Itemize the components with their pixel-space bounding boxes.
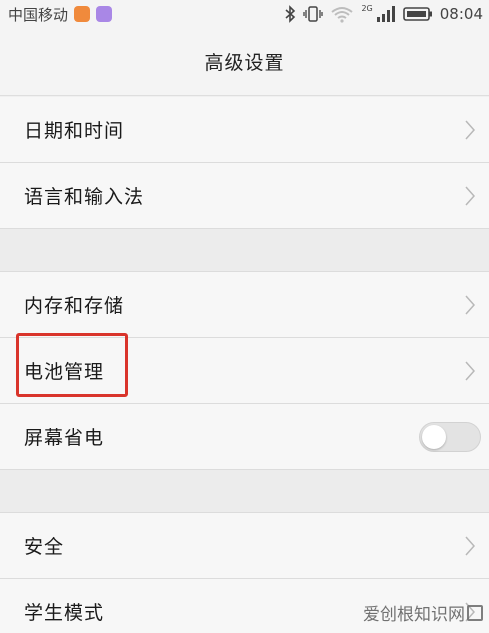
settings-item-label: 学生模式 <box>24 602 105 624</box>
toggle-knob <box>422 424 446 449</box>
screen-saver-toggle[interactable] <box>419 421 481 452</box>
settings-item-label: 语言和输入法 <box>24 186 145 208</box>
section-gap <box>0 469 489 513</box>
clock: 08:04 <box>439 5 483 23</box>
section-gap <box>0 228 489 272</box>
chevron-right-icon <box>465 536 475 555</box>
page-title: 高级设置 <box>204 52 285 74</box>
settings-item-language-input[interactable]: 语言和输入法 <box>0 163 489 228</box>
highlight-annotation <box>16 333 128 397</box>
chevron-right-icon <box>465 186 475 205</box>
chevron-right-icon <box>465 120 475 139</box>
chevron-right-icon <box>465 361 475 380</box>
watermark-text: 爱创根知识网 <box>363 605 465 625</box>
screen: 中国移动 2G 08:04 高级设置 日期和时间 语言和输入法 内存和存储 电池… <box>0 0 489 633</box>
vibrate-icon <box>303 6 324 22</box>
status-left: 中国移动 <box>8 4 113 25</box>
settings-item-security[interactable]: 安全 <box>0 513 489 578</box>
wifi-icon <box>331 7 354 23</box>
carrier-name: 中国移动 <box>8 5 69 24</box>
status-bar: 中国移动 2G 08:04 <box>0 0 489 28</box>
watermark-logo-icon <box>467 604 483 621</box>
notification-app-icon <box>74 6 91 22</box>
settings-item-screen-saver[interactable]: 屏幕省电 <box>0 404 489 469</box>
settings-item-storage[interactable]: 内存和存储 <box>0 272 489 337</box>
title-bar: 高级设置 <box>0 28 489 96</box>
settings-item-label: 内存和存储 <box>24 295 125 317</box>
settings-item-label: 安全 <box>24 536 65 558</box>
status-right: 2G 08:04 <box>284 3 483 23</box>
settings-item-label: 屏幕省电 <box>24 427 105 449</box>
network-type-label: 2G <box>361 3 373 13</box>
signal-icon <box>376 6 395 22</box>
settings-item-label: 日期和时间 <box>24 120 125 142</box>
bluetooth-icon <box>285 5 296 23</box>
notification-gallery-icon <box>96 6 113 22</box>
battery-icon <box>402 7 432 21</box>
chevron-right-icon <box>465 295 475 314</box>
watermark: 爱创根知识网 <box>363 600 483 625</box>
settings-item-date-time[interactable]: 日期和时间 <box>0 97 489 162</box>
